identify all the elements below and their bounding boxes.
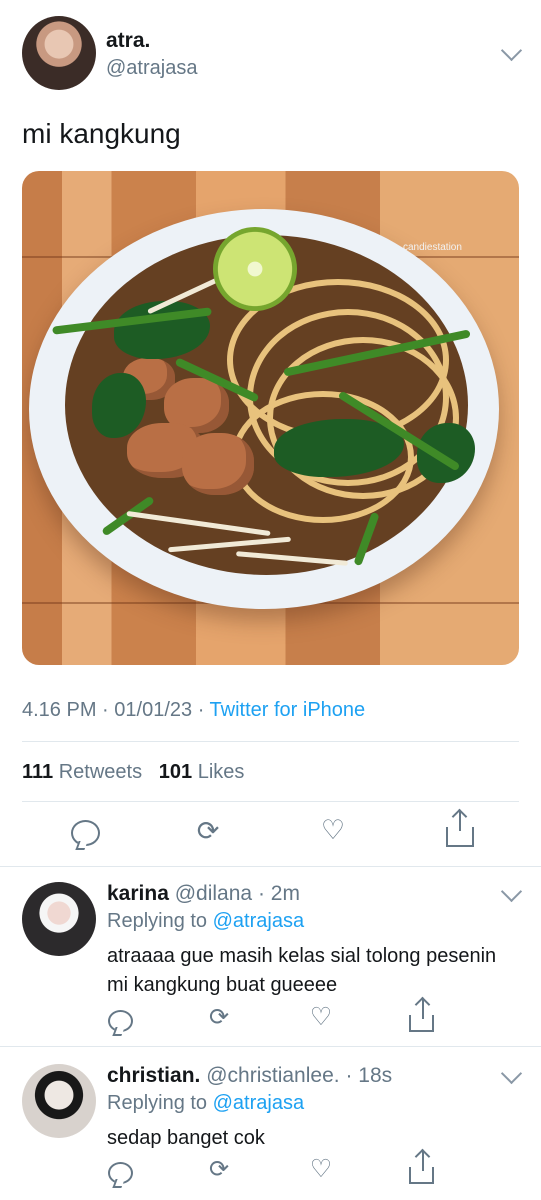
heart-icon[interactable]: ♡	[307, 1003, 335, 1031]
tweet-date: 01/01/23	[114, 699, 193, 721]
reply-item[interactable]: karina @dilana · 2m Replying to @atrajas…	[0, 880, 541, 1042]
reply-handle[interactable]: @christianlee.	[206, 1064, 339, 1087]
author-display-name[interactable]: atra.	[106, 29, 150, 53]
speech-bubble-icon[interactable]	[108, 1010, 133, 1032]
author-avatar[interactable]	[22, 16, 96, 90]
heart-icon[interactable]: ♡	[318, 816, 348, 844]
reply-time: 18s	[358, 1064, 393, 1087]
share-icon[interactable]	[409, 1151, 434, 1184]
reply-separator: ·	[345, 1064, 353, 1087]
reply-divider	[0, 1046, 541, 1047]
likes-label[interactable]: Likes	[198, 761, 245, 783]
retweet-icon[interactable]: ⟳	[193, 817, 223, 845]
stats-divider-bottom	[22, 801, 519, 802]
meta-separator: ·	[197, 699, 210, 721]
tweet-text: mi kangkung	[22, 118, 181, 149]
reply-text: atraaaa gue masih kelas sial tolong pese…	[107, 945, 497, 996]
tweet-photo[interactable]: candiestation	[22, 171, 519, 665]
speech-bubble-icon[interactable]	[71, 820, 100, 846]
tweet-stats: 111 Retweets 101 Likes	[22, 761, 244, 784]
share-icon[interactable]	[446, 811, 474, 847]
like-count[interactable]: 101	[159, 761, 192, 783]
reply-time: 2m	[270, 882, 300, 905]
retweets-label[interactable]: Retweets	[59, 761, 142, 783]
speech-bubble-icon[interactable]	[108, 1162, 133, 1184]
tweet-action-bar: ⟳ ♡	[0, 811, 541, 853]
reply-avatar[interactable]	[22, 1064, 96, 1138]
retweet-count[interactable]: 111	[22, 761, 53, 783]
replying-to-handle[interactable]: @atrajasa	[213, 1092, 304, 1114]
replies-divider	[0, 866, 541, 867]
retweet-icon[interactable]: ⟳	[204, 1156, 234, 1184]
chevron-down-icon[interactable]	[500, 880, 523, 903]
reply-handle[interactable]: @dilana	[175, 882, 252, 905]
chevron-down-icon[interactable]	[500, 39, 523, 62]
tweet-source-link[interactable]: Twitter for iPhone	[210, 699, 366, 721]
author-handle[interactable]: @atrajasa	[106, 57, 197, 80]
replying-to-label: Replying to	[107, 910, 208, 932]
replying-to-handle[interactable]: @atrajasa	[213, 910, 304, 932]
retweet-icon[interactable]: ⟳	[204, 1004, 234, 1032]
replying-to-label: Replying to	[107, 1092, 208, 1114]
reply-separator: ·	[257, 882, 265, 905]
meta-separator: ·	[102, 699, 115, 721]
reply-text: sedap banget cok	[107, 1127, 265, 1149]
share-icon[interactable]	[409, 999, 434, 1032]
tweet-time: 4.16 PM	[22, 699, 97, 721]
tweet-timestamp-row: 4.16 PM · 01/01/23 · Twitter for iPhone	[22, 699, 365, 722]
chevron-down-icon[interactable]	[500, 1062, 523, 1085]
lime-slice	[213, 227, 297, 311]
heart-icon[interactable]: ♡	[307, 1155, 335, 1183]
tweet-header: atra. @atrajasa	[22, 16, 523, 92]
reply-avatar[interactable]	[22, 882, 96, 956]
reply-display-name[interactable]: karina	[107, 882, 169, 905]
image-watermark: candiestation	[403, 242, 462, 253]
stats-divider-top	[22, 741, 519, 742]
reply-item[interactable]: christian. @christianlee. · 18s Replying…	[0, 1062, 541, 1200]
reply-display-name[interactable]: christian.	[107, 1064, 200, 1087]
